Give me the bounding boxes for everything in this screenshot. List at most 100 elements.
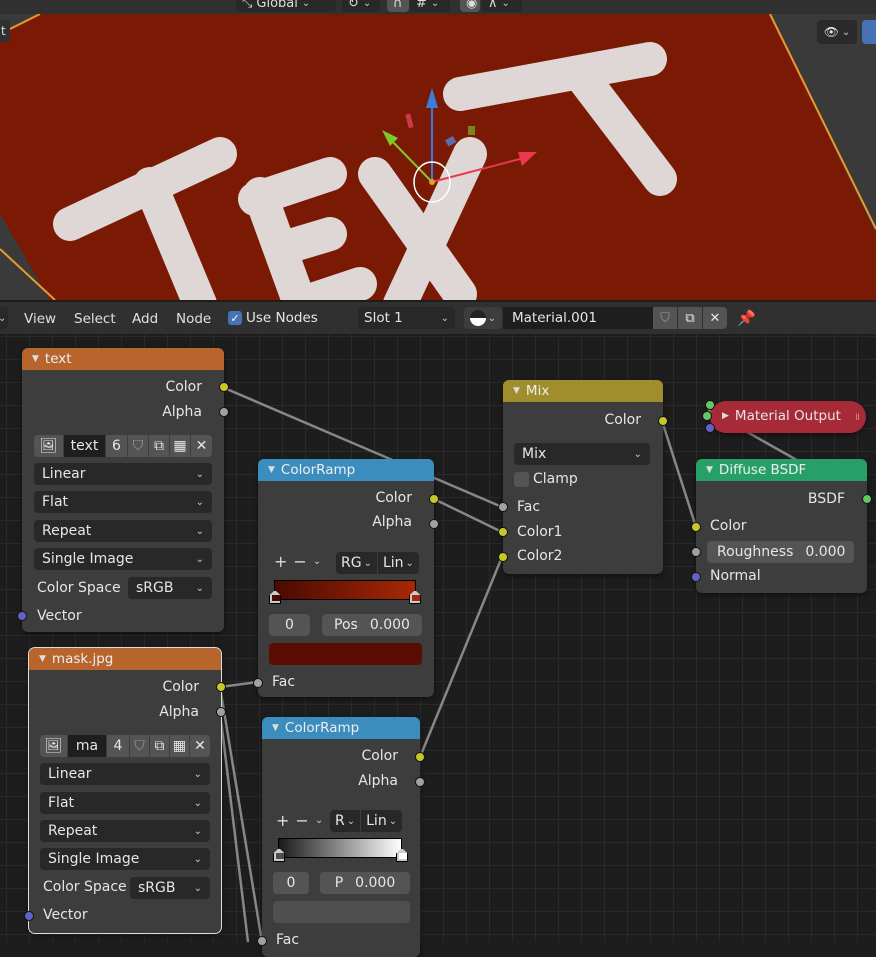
fake-user-button[interactable]: ⛉ — [130, 735, 150, 757]
menu-select[interactable]: Select — [74, 311, 116, 327]
slot-dropdown[interactable]: Slot 1 ⌄ — [358, 307, 455, 329]
input-socket-displacement[interactable] — [705, 423, 715, 433]
unlink-material-button[interactable]: ✕ — [703, 307, 727, 329]
image-browse-button[interactable]: 🖼 — [34, 435, 64, 457]
unlink-image-button[interactable]: ✕ — [190, 735, 210, 757]
image-texture-node-text[interactable]: ▼ text Color Alpha 🖼 text 6 ⛉ ⧉ ▦ ✕ Line… — [17, 348, 229, 632]
output-socket-alpha[interactable] — [219, 407, 229, 417]
menu-node[interactable]: Node — [176, 311, 211, 327]
collapse-triangle-icon[interactable]: ▼ — [706, 465, 713, 475]
projection-dropdown[interactable]: Flat ⌄ — [40, 792, 210, 814]
colorramp-node-1[interactable]: ▼ ColorRamp Color Alpha + − ⌄ RG ⌄ Lin ⌄ 0… — [253, 459, 439, 697]
roughness-field[interactable]: Roughness 0.000 — [707, 541, 854, 563]
duplicate-image-button[interactable]: ⧉ — [149, 435, 170, 457]
stop-color-swatch[interactable] — [273, 901, 410, 923]
remove-stop-button[interactable]: − — [293, 552, 306, 571]
viewport-scene[interactable] — [0, 14, 876, 300]
open-image-button[interactable]: ▦ — [170, 435, 191, 457]
menu-view[interactable]: View — [24, 311, 56, 327]
color-mode-dropdown[interactable]: R ⌄ — [330, 810, 362, 832]
image-name-field[interactable]: text — [64, 435, 106, 457]
input-socket-volume[interactable] — [702, 411, 712, 421]
source-dropdown[interactable]: Single Image ⌄ — [40, 848, 210, 870]
node-header[interactable]: ▼ Mix — [503, 380, 663, 402]
add-stop-button[interactable]: + — [274, 552, 287, 571]
gizmo-toggle[interactable] — [862, 20, 876, 44]
pivot-point-dropdown[interactable]: ↻ ⌄ — [342, 0, 380, 12]
output-socket-alpha[interactable] — [415, 777, 425, 787]
output-socket-color[interactable] — [658, 416, 668, 426]
expand-triangle-icon[interactable]: ▶ — [722, 411, 729, 421]
input-socket-roughness[interactable] — [691, 547, 701, 557]
input-socket-color2[interactable] — [498, 552, 508, 562]
color-mode-dropdown[interactable]: RG ⌄ — [336, 552, 378, 574]
transform-orientation-dropdown[interactable]: ⤡ Global ⌄ — [236, 0, 336, 12]
mix-node[interactable]: ▼ Mix Color Mix ⌄ Clamp Fac Color1 Color2 — [498, 380, 668, 574]
stop-position-field[interactable]: Pos 0.000 — [322, 614, 422, 636]
output-socket-alpha[interactable] — [216, 707, 226, 717]
snap-toggle[interactable]: ∩ — [387, 0, 409, 12]
unlink-image-button[interactable]: ✕ — [191, 435, 212, 457]
snap-target-dropdown[interactable]: # ⌄ — [410, 0, 450, 12]
color-ramp-gradient[interactable] — [278, 838, 402, 858]
node-header[interactable]: ▼ ColorRamp — [258, 459, 434, 481]
node-header[interactable]: ▼ ColorRamp — [262, 717, 420, 739]
resize-handle-icon[interactable]: ॥ — [854, 409, 860, 423]
use-nodes-toggle[interactable]: ✓ Use Nodes — [228, 310, 318, 326]
node-header[interactable]: ▼ Diffuse BSDF — [696, 459, 867, 481]
interpolation-dropdown[interactable]: Linear ⌄ — [34, 463, 212, 485]
output-socket-color[interactable] — [216, 682, 226, 692]
selectability-visibility-dropdown[interactable]: 👁 ⌄ — [817, 20, 857, 44]
input-socket-surface[interactable] — [705, 400, 715, 410]
collapse-triangle-icon[interactable]: ▼ — [39, 654, 46, 664]
collapse-triangle-icon[interactable]: ▼ — [272, 723, 279, 733]
input-socket-vector[interactable] — [24, 911, 34, 921]
3d-viewport[interactable]: ⤡ Global ⌄ ↻ ⌄ ∩ # ⌄ ◉ ∧ ⌄ t 👁 ⌄ — [0, 0, 876, 300]
falloff-dropdown[interactable]: ∧ ⌄ — [482, 0, 522, 12]
stop-position-field[interactable]: P 0.000 — [320, 872, 410, 894]
image-users-count[interactable]: 6 — [106, 435, 128, 457]
ramp-interpolation-dropdown[interactable]: Lin ⌄ — [378, 552, 419, 574]
fake-user-button[interactable]: ⛉ — [653, 307, 677, 329]
image-texture-node-mask[interactable]: ▼ mask.jpg Color Alpha 🖼 ma 4 ⛉ ⧉ ▦ ✕ Li… — [24, 647, 226, 934]
pin-button[interactable]: 📌 — [737, 309, 756, 327]
input-socket-normal[interactable] — [691, 572, 701, 582]
input-socket-color1[interactable] — [498, 527, 508, 537]
collapse-triangle-icon[interactable]: ▼ — [268, 465, 275, 475]
colorramp-node-2[interactable]: ▼ ColorRamp Color Alpha + − ⌄ R ⌄ Lin ⌄ 0 … — [257, 717, 425, 957]
image-browse-button[interactable]: 🖼 — [40, 735, 68, 757]
add-stop-button[interactable]: + — [276, 811, 289, 830]
stop-color-swatch[interactable] — [269, 643, 422, 665]
color-ramp-gradient[interactable] — [274, 580, 416, 600]
image-users-count[interactable]: 4 — [107, 735, 130, 757]
use-nodes-checkbox[interactable]: ✓ — [228, 311, 242, 325]
duplicate-material-button[interactable]: ⧉ — [678, 307, 702, 329]
material-name-field[interactable]: Material.001 — [503, 307, 653, 329]
collapse-triangle-icon[interactable]: ▼ — [32, 354, 39, 364]
output-socket-color[interactable] — [415, 752, 425, 762]
node-header[interactable]: ▼ text — [22, 348, 224, 370]
material-browse-button[interactable]: ⌄ — [464, 307, 502, 329]
output-socket-bsdf[interactable] — [862, 494, 872, 504]
blend-mode-dropdown[interactable]: Mix ⌄ — [514, 443, 650, 465]
fake-user-button[interactable]: ⛉ — [128, 435, 149, 457]
material-output-node[interactable]: ▶ Material Output ॥ — [702, 400, 866, 433]
active-stop-index-field[interactable]: 0 — [269, 614, 310, 636]
ramp-interpolation-dropdown[interactable]: Lin ⌄ — [361, 810, 402, 832]
active-stop-index-field[interactable]: 0 — [273, 872, 309, 894]
output-socket-alpha[interactable] — [429, 519, 439, 529]
node-header[interactable]: ▼ mask.jpg — [29, 648, 221, 670]
input-socket-fac[interactable] — [498, 502, 508, 512]
duplicate-image-button[interactable]: ⧉ — [150, 735, 170, 757]
output-socket-color[interactable] — [219, 382, 229, 392]
diffuse-bsdf-node[interactable]: ▼ Diffuse BSDF BSDF Color Roughness 0.00… — [691, 459, 872, 593]
collapse-triangle-icon[interactable]: ▼ — [513, 386, 520, 396]
viewport-sidebar-tab[interactable]: t — [0, 20, 10, 42]
remove-stop-button[interactable]: − — [295, 811, 308, 830]
input-socket-color[interactable] — [691, 522, 701, 532]
extension-dropdown[interactable]: Repeat ⌄ — [34, 520, 212, 542]
editor-type-dropdown[interactable]: ⌄ — [0, 307, 8, 329]
ramp-options-dropdown[interactable]: ⌄ — [315, 815, 323, 826]
color-space-dropdown[interactable]: sRGB ⌄ — [130, 877, 210, 899]
clamp-toggle[interactable]: Clamp — [514, 471, 578, 487]
